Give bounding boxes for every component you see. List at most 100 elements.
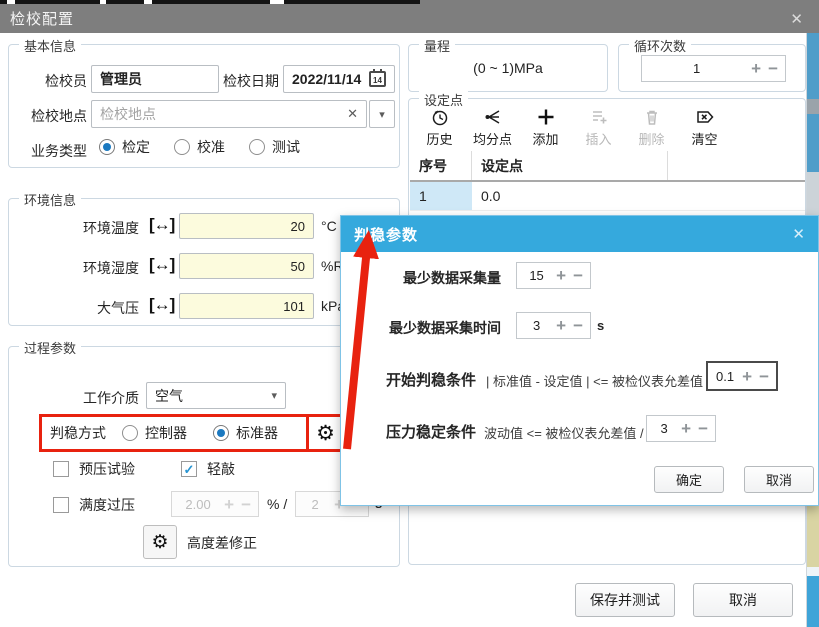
location-dropdown-button[interactable]: ▾ bbox=[369, 100, 395, 128]
overpressure-label: 满度过压 bbox=[79, 495, 135, 515]
radio-dot bbox=[213, 425, 229, 441]
radio-dot bbox=[122, 425, 138, 441]
clear-button[interactable]: 清空 bbox=[680, 107, 729, 148]
plus-icon[interactable]: + bbox=[556, 317, 566, 334]
start-condition-spinner[interactable]: 0.1 + − bbox=[706, 361, 778, 391]
delete-button: 删除 bbox=[627, 107, 676, 148]
split-points-icon bbox=[482, 107, 504, 127]
date-value: 2022/11/14 bbox=[292, 71, 361, 87]
cycles-spinner[interactable]: 1 + − bbox=[641, 55, 786, 82]
min-samples-spinner[interactable]: 15 + − bbox=[516, 262, 591, 289]
plus-icon[interactable]: + bbox=[751, 60, 761, 77]
range-set-icon[interactable]: [↔] bbox=[149, 255, 174, 275]
dialog-ok-button[interactable]: 确定 bbox=[654, 466, 724, 493]
date-input[interactable]: 2022/11/14 14 bbox=[283, 65, 395, 93]
location-placeholder: 检校地点 bbox=[100, 104, 156, 124]
main-dialog-titlebar: 检校配置 ✕ bbox=[0, 4, 819, 33]
tap-checkbox[interactable]: ✓ bbox=[181, 461, 197, 477]
overpressure-value-spinner[interactable]: 2.00 + − bbox=[171, 491, 259, 517]
plus-icon[interactable]: + bbox=[224, 496, 234, 513]
stability-dialog-close-icon[interactable]: ✕ bbox=[792, 225, 805, 243]
height-correction-gear-button[interactable]: ⚙ bbox=[143, 525, 177, 559]
minus-icon[interactable]: − bbox=[573, 317, 583, 334]
plus-icon[interactable]: + bbox=[742, 368, 752, 385]
env-hum-label: 环境湿度 bbox=[9, 258, 139, 278]
date-label: 检校日期 bbox=[217, 71, 279, 91]
history-button[interactable]: 历史 bbox=[415, 107, 464, 148]
env-temp-input[interactable]: 20 bbox=[179, 213, 314, 239]
start-condition-value: 0.1 bbox=[715, 369, 735, 384]
inspector-label: 检校员 bbox=[9, 71, 87, 91]
inspector-value: 管理员 bbox=[100, 69, 142, 89]
medium-label: 工作介质 bbox=[9, 388, 139, 408]
env-hum-input[interactable]: 50 bbox=[179, 253, 314, 279]
split-points-button[interactable]: 均分点 bbox=[468, 107, 517, 148]
process-legend: 过程参数 bbox=[19, 338, 81, 357]
overpressure-checkbox[interactable] bbox=[53, 497, 69, 513]
minus-icon[interactable]: − bbox=[698, 420, 708, 437]
stable-condition-formula: 波动值 <= 被检仪表允差值 / bbox=[484, 423, 644, 442]
column-header-setpoint[interactable]: 设定点 bbox=[472, 151, 668, 180]
row-value-cell[interactable]: 0.0 bbox=[472, 182, 668, 210]
background-app-sliver bbox=[807, 576, 819, 627]
minus-icon[interactable]: − bbox=[759, 368, 769, 385]
medium-select[interactable]: 空气 ▾ bbox=[146, 382, 286, 409]
chevron-down-icon: ▾ bbox=[271, 389, 277, 402]
toolbar-label: 清空 bbox=[691, 129, 717, 148]
radio-ceshi[interactable]: 测试 bbox=[249, 137, 300, 157]
radio-jianding[interactable]: 检定 bbox=[99, 137, 150, 157]
chevron-down-icon: ▾ bbox=[379, 108, 385, 121]
cycles-legend: 循环次数 bbox=[629, 36, 691, 55]
radio-dot bbox=[99, 139, 115, 155]
row-index-cell[interactable]: 1 bbox=[410, 182, 472, 210]
stable-condition-spinner[interactable]: 3 + − bbox=[646, 415, 716, 442]
toolbar-label: 均分点 bbox=[473, 129, 512, 148]
toolbar-label: 历史 bbox=[426, 129, 452, 148]
background-app-sliver bbox=[807, 567, 819, 576]
background-app-sliver bbox=[807, 33, 819, 99]
radio-label: 测试 bbox=[272, 137, 300, 157]
min-time-value: 3 bbox=[524, 318, 549, 333]
tap-label: 轻敲 bbox=[207, 459, 235, 479]
minus-icon[interactable]: − bbox=[573, 267, 583, 284]
location-input[interactable]: 检校地点 ✕ bbox=[91, 100, 367, 128]
cycles-value: 1 bbox=[649, 61, 744, 76]
calendar-icon[interactable]: 14 bbox=[369, 71, 386, 87]
radio-standard[interactable]: 标准器 bbox=[213, 423, 278, 443]
radio-label: 标准器 bbox=[236, 423, 278, 443]
plus-icon[interactable]: + bbox=[556, 267, 566, 284]
dialog-cancel-button[interactable]: 取消 bbox=[744, 466, 814, 493]
overpressure-sep: % / bbox=[267, 496, 287, 512]
add-button[interactable]: 添加 bbox=[521, 107, 570, 148]
medium-value: 空气 bbox=[155, 386, 183, 406]
pretest-checkbox[interactable] bbox=[53, 461, 69, 477]
radio-jiaozhun[interactable]: 校准 bbox=[174, 137, 225, 157]
cancel-button[interactable]: 取消 bbox=[693, 583, 793, 617]
env-press-input[interactable]: 101 bbox=[179, 293, 314, 319]
plus-icon[interactable]: + bbox=[681, 420, 691, 437]
minus-icon[interactable]: − bbox=[768, 60, 778, 77]
range-value: (0 ~ 1)MPa bbox=[473, 60, 543, 76]
main-dialog-title: 检校配置 bbox=[10, 8, 74, 29]
setpoint-row[interactable]: 1 0.0 bbox=[410, 182, 805, 211]
insert-icon bbox=[588, 107, 610, 127]
stability-settings-gear-button[interactable]: ⚙ bbox=[306, 417, 342, 449]
main-dialog-close-icon[interactable]: ✕ bbox=[790, 10, 809, 28]
range-set-icon[interactable]: [↔] bbox=[149, 295, 174, 315]
row-empty-cell bbox=[668, 182, 805, 210]
save-and-test-button[interactable]: 保存并测试 bbox=[575, 583, 675, 617]
column-header-empty bbox=[668, 151, 805, 180]
minus-icon[interactable]: − bbox=[241, 496, 251, 513]
cancel-label: 取消 bbox=[729, 590, 757, 610]
radio-controller[interactable]: 控制器 bbox=[122, 423, 187, 443]
location-clear-icon[interactable]: ✕ bbox=[347, 106, 358, 122]
inspector-input[interactable]: 管理员 bbox=[91, 65, 219, 93]
add-icon bbox=[535, 107, 557, 127]
radio-label: 校准 bbox=[197, 137, 225, 157]
range-set-icon[interactable]: [↔] bbox=[149, 215, 174, 235]
env-press-label: 大气压 bbox=[9, 298, 139, 318]
min-time-spinner[interactable]: 3 + − bbox=[516, 312, 591, 339]
column-header-index[interactable]: 序号 bbox=[410, 151, 472, 180]
min-time-label: 最少数据采集时间 bbox=[341, 318, 501, 338]
stability-dialog-title: 判稳参数 bbox=[354, 224, 418, 245]
